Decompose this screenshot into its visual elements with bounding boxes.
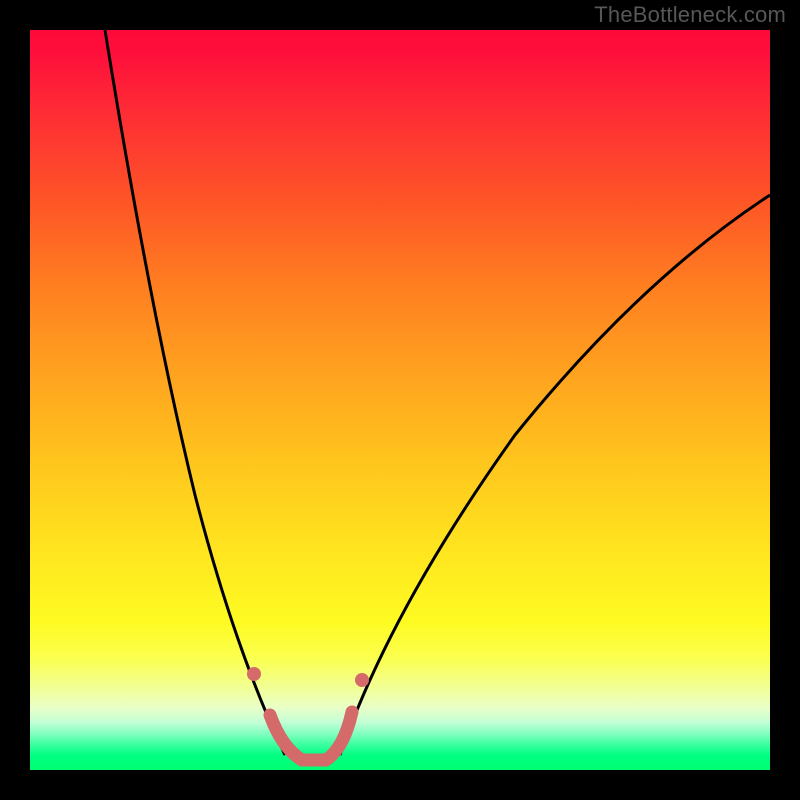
left-outer-dot (247, 667, 261, 681)
plot-area (30, 30, 770, 770)
watermark-text: TheBottleneck.com (594, 2, 786, 28)
left-curve (105, 30, 285, 755)
curves-svg (30, 30, 770, 770)
right-outer-dot (355, 673, 369, 687)
right-curve (340, 195, 770, 755)
chart-container: TheBottleneck.com (0, 0, 800, 800)
